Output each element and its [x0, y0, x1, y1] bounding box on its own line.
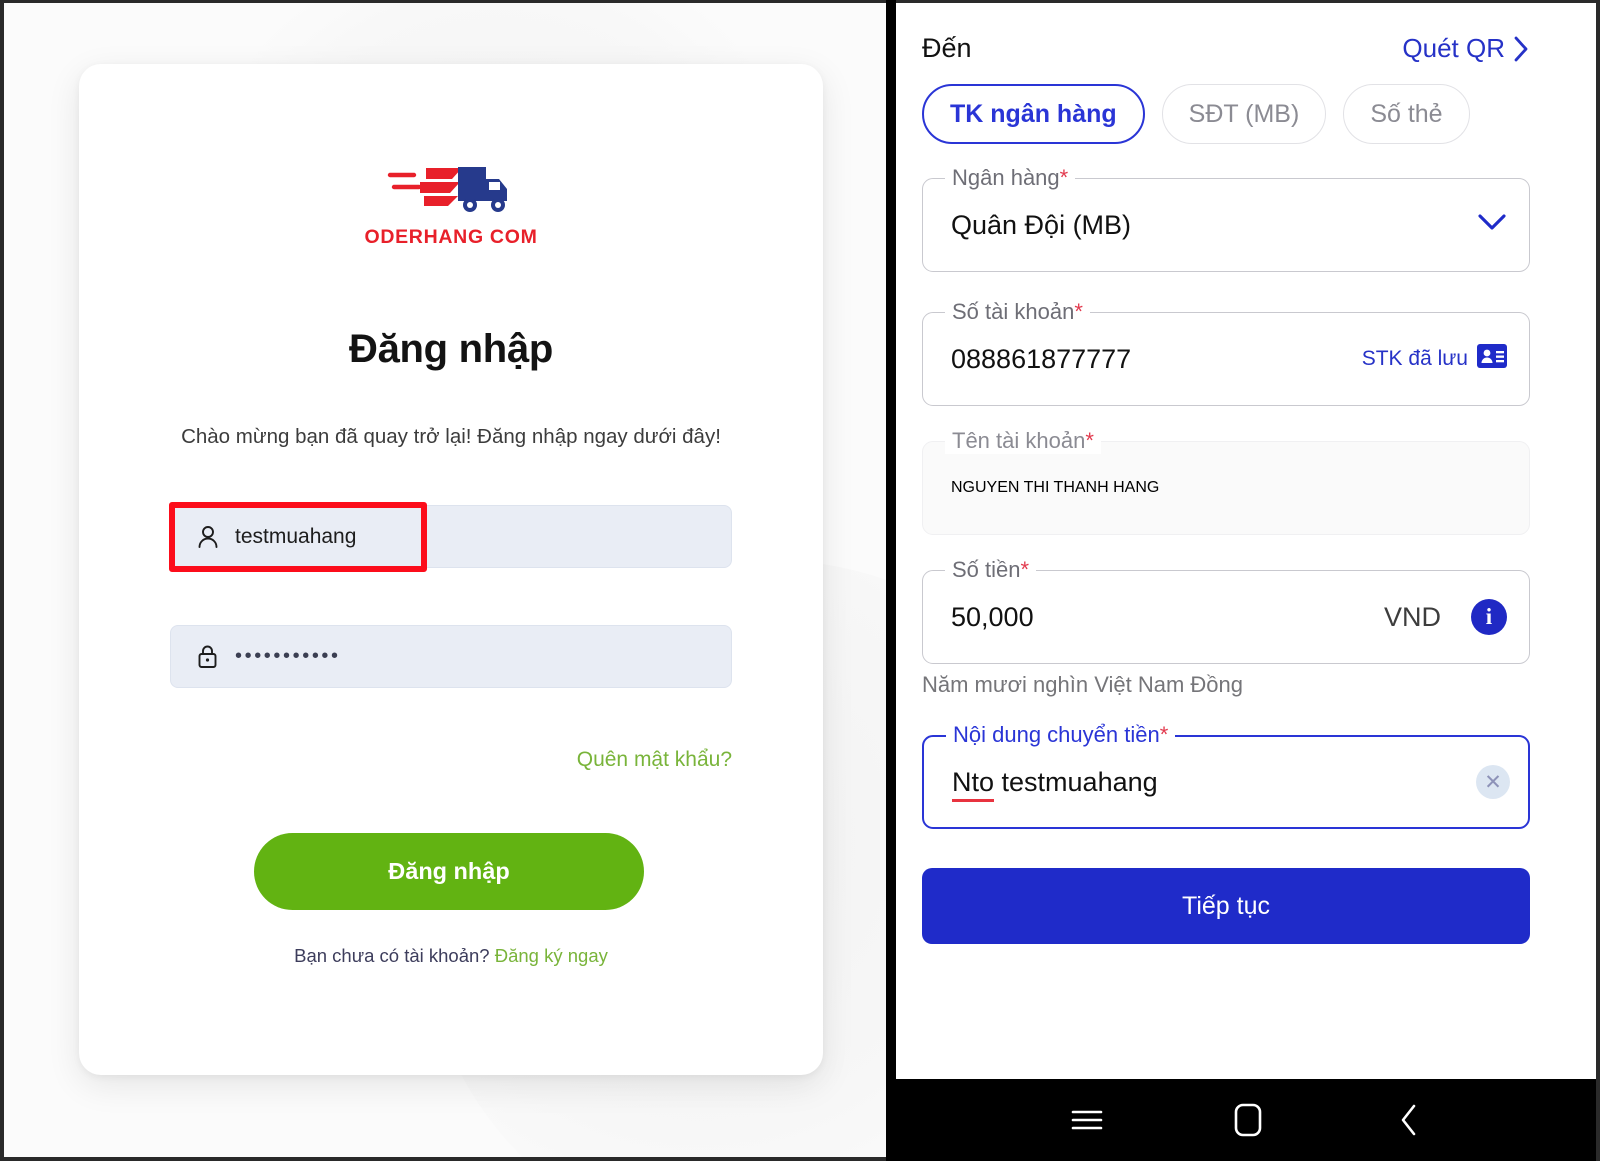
tab-card-number[interactable]: Số thẻ [1343, 84, 1470, 144]
tab-phone-number[interactable]: SĐT (MB) [1161, 84, 1327, 144]
bank-label: Ngân hàng* [945, 165, 1076, 191]
info-icon[interactable]: i [1471, 599, 1507, 635]
user-icon [197, 525, 227, 549]
transfer-content-rest: testmuahang [994, 766, 1158, 797]
chevron-right-icon [1513, 35, 1530, 63]
transfer-content-input[interactable]: Nội dung chuyển tiền* Nto testmuahang ✕ [922, 722, 1530, 829]
amount-label: Số tiền* [945, 557, 1037, 583]
login-button[interactable]: Đăng nhập [254, 833, 644, 910]
menu-icon[interactable] [1052, 1090, 1122, 1150]
phone-screen: Đến Quét QR TK ngân hàng SĐT (MB) Số thẻ [896, 0, 1556, 1059]
username-value: testmuahang [235, 524, 357, 548]
signup-prompt: Bạn chưa có tài khoản? Đăng ký ngay [79, 945, 823, 967]
brand-logo: ODERHANG COM [79, 162, 823, 249]
misspelled-word: Nto [952, 766, 995, 802]
account-name-label: Tên tài khoản* [945, 428, 1101, 454]
amount-value: 50,000 [951, 601, 1034, 632]
account-number-input[interactable]: Số tài khoản* 088861877777 STK đã lưu [922, 299, 1530, 406]
scan-qr-button[interactable]: Quét QR [1402, 33, 1530, 64]
bank-select[interactable]: Ngân hàng* Quân Đội (MB) [922, 165, 1530, 272]
page-title: Đăng nhập [349, 327, 553, 371]
account-number-value: 088861877777 [951, 343, 1132, 374]
contact-card-icon [1477, 344, 1507, 374]
account-number-label: Số tài khoản* [945, 299, 1090, 325]
home-square-icon[interactable] [1213, 1090, 1283, 1150]
account-name-value: NGUYEN THI THANH HANG [951, 479, 1160, 496]
delivery-truck-icon [386, 162, 516, 219]
scan-qr-label: Quét QR [1402, 33, 1505, 63]
username-input[interactable]: testmuahang [170, 505, 732, 568]
bank-value: Quân Đội (MB) [951, 209, 1132, 240]
page-subtitle: Chào mừng bạn đã quay trở lại! Đăng nhập… [181, 425, 721, 448]
transfer-content-value: Nto testmuahang [952, 766, 1158, 802]
panel-border-bottom [0, 1157, 886, 1161]
recipient-type-tabs: TK ngân hàng SĐT (MB) Số thẻ [922, 84, 1470, 144]
to-label: Đến [922, 33, 972, 63]
screenshot-root: ODERHANG COM Đăng nhập Chào mừng bạn đã … [0, 0, 1600, 1161]
saved-accounts-label: STK đã lưu [1361, 347, 1468, 370]
chevron-left-icon[interactable] [1374, 1090, 1444, 1150]
panel-divider [886, 0, 896, 1161]
panel-border-top [0, 0, 886, 3]
login-card: ODERHANG COM Đăng nhập Chào mừng bạn đã … [79, 64, 823, 1075]
password-value: ••••••••••• [235, 645, 341, 667]
password-input[interactable]: ••••••••••• [170, 625, 732, 688]
lock-icon [197, 644, 227, 669]
phone-border-top [896, 0, 1600, 3]
mobile-transfer-panel: Đến Quét QR TK ngân hàng SĐT (MB) Số thẻ [896, 0, 1600, 1161]
chevron-down-icon [1477, 213, 1507, 237]
continue-button[interactable]: Tiếp tục [922, 868, 1530, 944]
brand-name: ODERHANG COM [364, 226, 538, 248]
phone-border-right [1596, 0, 1600, 1161]
amount-currency: VND [1383, 601, 1441, 632]
saved-accounts-button[interactable]: STK đã lưu [1362, 344, 1507, 374]
signup-link[interactable]: Đăng ký ngay [495, 945, 608, 966]
signup-prompt-text: Bạn chưa có tài khoản? [294, 945, 490, 966]
amount-input[interactable]: Số tiền* 50,000 VND i [922, 557, 1530, 664]
tab-bank-account[interactable]: TK ngân hàng [922, 84, 1145, 144]
forgot-password-link[interactable]: Quên mật khẩu? [577, 748, 732, 772]
transfer-content-label: Nội dung chuyển tiền* [946, 722, 1176, 748]
account-name-field: Tên tài khoản* NGUYEN THI THANH HANG [922, 428, 1530, 535]
close-icon[interactable]: ✕ [1476, 765, 1510, 799]
web-login-panel: ODERHANG COM Đăng nhập Chào mừng bạn đã … [0, 0, 886, 1161]
amount-in-words: Năm mươi nghìn Việt Nam Đồng [922, 672, 1243, 697]
android-navigation-bar [896, 1079, 1600, 1161]
panel-border-left [0, 0, 4, 1161]
transfer-header: Đến Quét QR [922, 33, 1530, 64]
